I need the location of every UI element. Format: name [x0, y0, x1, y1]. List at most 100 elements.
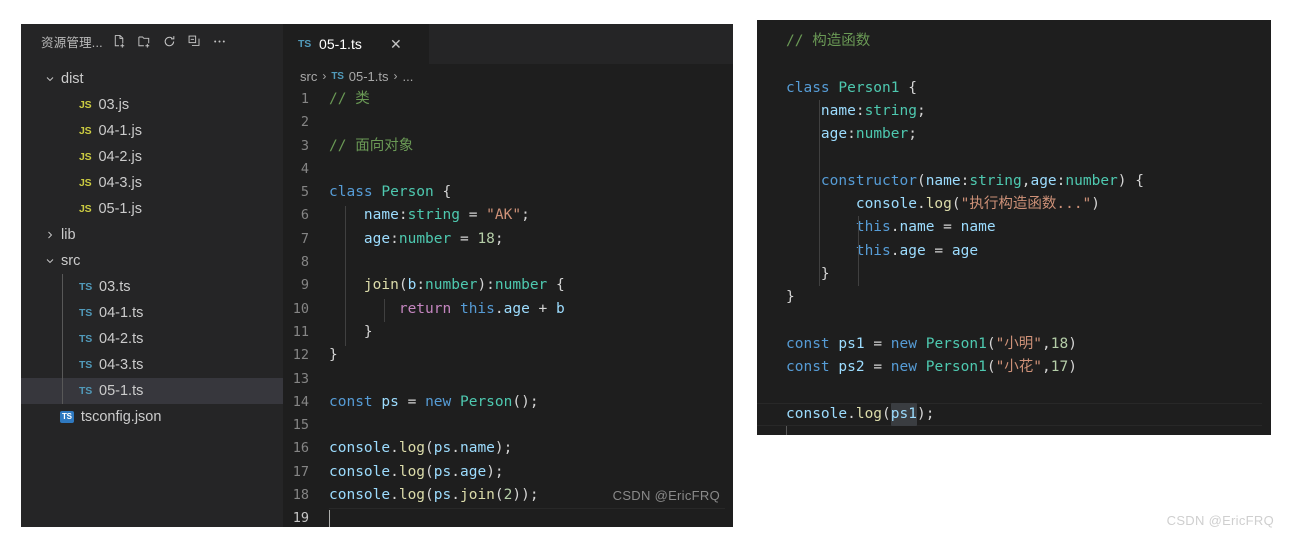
- code-line[interactable]: console. log(ps1);: [757, 402, 1262, 427]
- code-token: (: [986, 335, 996, 352]
- tree-file-label: tsconfig.json: [80, 409, 162, 425]
- code-line[interactable]: 4: [283, 158, 733, 181]
- code-token: console: [786, 405, 848, 422]
- right-code-content[interactable]: // 构造函数 class Person1 { name: string; age:…: [757, 20, 1271, 435]
- code-content[interactable]: 1// 类 2 3// 面向对象 4 5 class Person {6 name:str…: [283, 88, 733, 527]
- close-icon[interactable]: ✕: [388, 36, 404, 52]
- code-line[interactable]: [786, 310, 1271, 333]
- code-token: return: [398, 300, 452, 317]
- code-line[interactable]: console. log("执行构造函数..."): [786, 193, 1271, 216]
- code-token: (: [425, 440, 434, 457]
- code-token: :: [847, 126, 856, 143]
- code-line[interactable]: 9 join(b:number):number {: [283, 274, 733, 297]
- typescript-file-icon: TS: [79, 385, 93, 397]
- new-file-icon[interactable]: [109, 31, 131, 53]
- code-token: name: [363, 207, 399, 224]
- code-line[interactable]: 11 }: [283, 321, 733, 344]
- tree-file-04-2-js[interactable]: JS 04-2.js: [21, 144, 283, 170]
- tree-folder-lib[interactable]: lib: [21, 222, 283, 248]
- code-line[interactable]: 2: [283, 111, 733, 134]
- breadcrumb[interactable]: src › TS 05-1.ts › ...: [283, 64, 733, 88]
- code-line[interactable]: const ps1 = new Person1("小明", 18): [786, 333, 1271, 356]
- chevron-down-icon[interactable]: [42, 71, 58, 87]
- breadcrumb-folder[interactable]: src: [300, 69, 317, 84]
- tree-file-04-1-js[interactable]: JS 04-1.js: [21, 118, 283, 144]
- line-number: 8: [300, 254, 309, 271]
- code-line[interactable]: 5 class Person {: [283, 181, 733, 204]
- tree-folder-src[interactable]: src: [21, 248, 283, 274]
- code-token: (: [494, 487, 504, 504]
- tree-file-label: 04-2.js: [98, 149, 142, 165]
- code-token: name: [960, 219, 996, 236]
- code-line[interactable]: [786, 53, 1271, 76]
- code-line[interactable]: constructor(name: string, age: number) {: [786, 170, 1271, 193]
- tree-file-05-1-ts[interactable]: TS 05-1.ts: [21, 378, 283, 404]
- tree-file-tsconfig-json[interactable]: TS tsconfig.json: [21, 404, 283, 430]
- code-scroll-area[interactable]: 1// 类 2 3// 面向对象 4 5 class Person {6 name:str…: [283, 88, 733, 527]
- code-token: ): [477, 277, 487, 294]
- code-line[interactable]: 14 const ps = new Person();: [283, 391, 733, 414]
- code-line[interactable]: name: string;: [786, 100, 1271, 123]
- explorer-header: 资源管理...: [21, 24, 283, 59]
- code-line[interactable]: 8: [283, 251, 733, 274]
- code-token: string: [407, 207, 460, 224]
- typescript-file-icon: TS: [79, 359, 93, 371]
- tree-file-04-2-ts[interactable]: TS 04-2.ts: [21, 326, 283, 352]
- code-line[interactable]: [786, 146, 1271, 169]
- code-token: {: [547, 277, 565, 294]
- code-line[interactable]: 7 age:number = 18;: [283, 228, 733, 251]
- file-tree[interactable]: dist JS 03.js JS 04-1.js JS 04-2.js JS 04-3.js JS…: [21, 59, 283, 527]
- typescript-file-icon: TS: [79, 333, 93, 345]
- tree-file-05-1-js[interactable]: JS 05-1.js: [21, 196, 283, 222]
- code-line[interactable]: 1 // 类: [283, 88, 733, 111]
- tree-file-03-ts[interactable]: TS 03.ts: [21, 274, 283, 300]
- code-token: age: [1030, 172, 1057, 189]
- line-text: join(b:number):number {: [329, 274, 733, 297]
- code-line[interactable]: 12}: [283, 344, 733, 367]
- code-token: Person: [459, 393, 513, 410]
- chevron-right-icon[interactable]: [42, 227, 58, 243]
- code-token: ();: [512, 393, 539, 410]
- code-line[interactable]: 6 name:string = "AK";: [283, 204, 733, 227]
- code-token: number: [425, 277, 478, 294]
- line-text: }: [329, 321, 733, 344]
- code-line[interactable]: 16 console.log(ps.name);: [283, 437, 733, 460]
- code-line[interactable]: age: number;: [786, 123, 1271, 146]
- tree-file-03-js[interactable]: JS 03.js: [21, 92, 283, 118]
- collapse-all-icon[interactable]: [184, 31, 206, 53]
- code-line[interactable]: 10 return this.age + b: [283, 298, 733, 321]
- code-line[interactable]: [786, 379, 1271, 402]
- code-token: (: [425, 463, 434, 480]
- code-line[interactable]: // 构造函数: [786, 30, 1271, 53]
- code-line[interactable]: class Person1 {: [786, 77, 1271, 100]
- code-token: ps: [381, 393, 399, 410]
- refresh-icon[interactable]: [159, 31, 181, 53]
- code-line[interactable]: 3 // 面向对象: [283, 135, 733, 158]
- tree-file-04-3-ts[interactable]: TS 04-3.ts: [21, 352, 283, 378]
- code-line[interactable]: 13: [283, 368, 733, 391]
- breadcrumb-file[interactable]: 05-1.ts: [349, 69, 389, 84]
- chevron-down-icon[interactable]: [42, 253, 58, 269]
- code-token: // 面向对象: [329, 137, 414, 154]
- code-line[interactable]: 17 console.log(ps.age);: [283, 461, 733, 484]
- more-actions-icon[interactable]: [209, 31, 231, 53]
- tree-folder-dist[interactable]: dist: [21, 66, 283, 92]
- line-number: 6: [300, 207, 309, 224]
- code-line[interactable]: const ps2 = new Person1("小花", 17): [786, 356, 1271, 379]
- line-text: [329, 508, 725, 527]
- breadcrumb-symbol-ellipsis[interactable]: ...: [402, 69, 413, 84]
- tree-file-04-1-ts[interactable]: TS 04-1.ts: [21, 300, 283, 326]
- code-line[interactable]: [786, 426, 1271, 435]
- code-line[interactable]: }: [786, 286, 1271, 309]
- code-line[interactable]: 19: [283, 507, 733, 527]
- line-number: 4: [300, 160, 309, 177]
- code-token: +: [529, 300, 557, 317]
- code-token: number: [398, 230, 452, 247]
- new-folder-icon[interactable]: [134, 31, 156, 53]
- tab-05-1-ts[interactable]: TS 05-1.ts ✕: [283, 24, 430, 64]
- code-line[interactable]: 15: [283, 414, 733, 437]
- tree-file-04-3-js[interactable]: JS 04-3.js: [21, 170, 283, 196]
